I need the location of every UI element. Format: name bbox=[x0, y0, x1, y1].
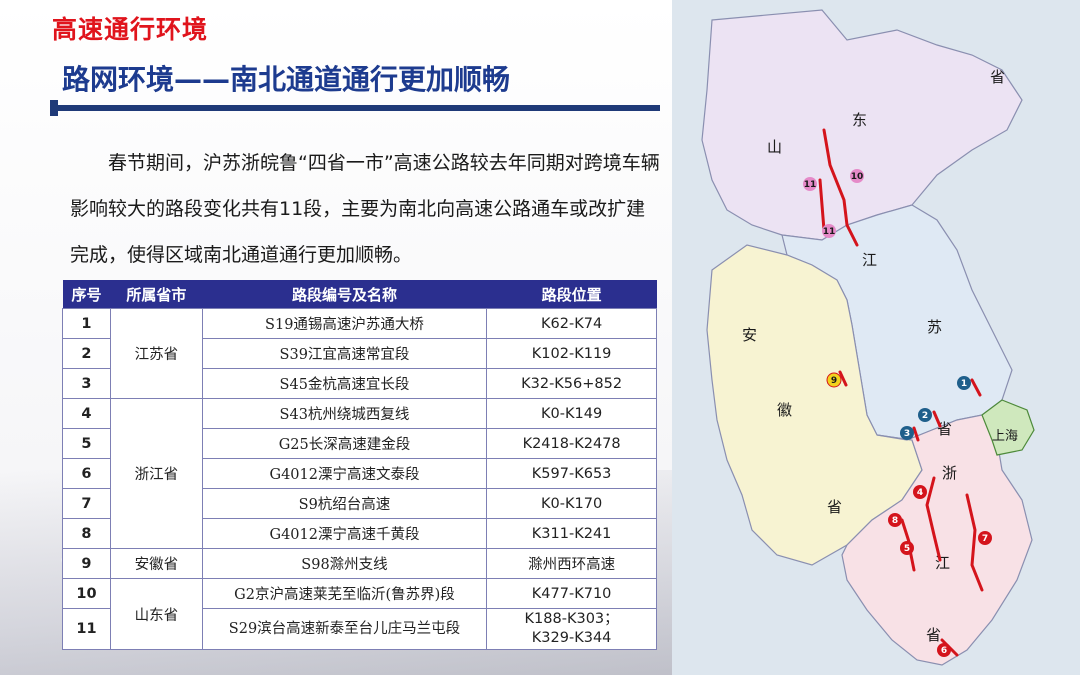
road-name: S45金杭高速宜长段 bbox=[201, 368, 488, 399]
svg-text:10: 10 bbox=[851, 172, 864, 182]
row-number: 9 bbox=[62, 548, 111, 579]
header-province: 所属省市 bbox=[110, 280, 203, 309]
road-name: S39江宜高速常宜段 bbox=[201, 338, 488, 369]
map-label-zhejiang-3: 省 bbox=[926, 626, 941, 644]
route-marker-11: 11 bbox=[803, 177, 817, 191]
route-marker-10: 10 bbox=[850, 169, 864, 183]
road-name: G25长深高速建金段 bbox=[201, 428, 488, 459]
row-number: 2 bbox=[62, 338, 111, 369]
road-sections-table: 序号 所属省市 路段编号及名称 路段位置 1 江苏省 S19通锡高速沪苏通大桥 … bbox=[62, 280, 657, 650]
road-position: K102-K119 bbox=[486, 338, 657, 369]
header-position: 路段位置 bbox=[486, 280, 657, 309]
svg-text:4: 4 bbox=[917, 488, 923, 498]
map-label-anhui-1: 安 bbox=[742, 326, 757, 344]
intro-paragraph: 春节期间，沪苏浙皖鲁“四省一市”高速公路较去年同期对跨境车辆影响较大的路段变化共… bbox=[70, 152, 660, 266]
road-name: G4012溧宁高速文泰段 bbox=[201, 458, 488, 489]
row-number: 4 bbox=[62, 398, 111, 429]
svg-text:1: 1 bbox=[961, 379, 967, 389]
region-map: 山 东 省 江 苏 省 安 徽 省 浙 江 省 上海 1 2 3 4 5 6 7… bbox=[672, 0, 1080, 675]
road-name: S29滨台高速新泰至台儿庄马兰屯段 bbox=[201, 608, 488, 650]
row-number: 7 bbox=[62, 488, 111, 519]
row-number: 1 bbox=[62, 308, 111, 339]
road-name: S9杭绍台高速 bbox=[201, 488, 488, 519]
table-header-row: 序号 所属省市 路段编号及名称 路段位置 bbox=[62, 280, 657, 309]
map-label-shandong-2: 东 bbox=[852, 111, 867, 129]
route-marker-3: 3 bbox=[900, 426, 914, 440]
row-number: 10 bbox=[62, 578, 111, 609]
row-number: 3 bbox=[62, 368, 111, 399]
road-position: K311-K241 bbox=[486, 518, 657, 549]
road-position: K62-K74 bbox=[486, 308, 657, 339]
road-position-line-2: K329-K344 bbox=[531, 630, 612, 646]
road-position: 滁州西环高速 bbox=[486, 548, 657, 579]
route-marker-7: 7 bbox=[978, 531, 992, 545]
region-map-svg: 山 东 省 江 苏 省 安 徽 省 浙 江 省 上海 1 2 3 4 5 6 7… bbox=[672, 0, 1080, 675]
road-name: G4012溧宁高速千黄段 bbox=[201, 518, 488, 549]
route-marker-11-second: 11 bbox=[822, 224, 836, 238]
road-name: S43杭州绕城西复线 bbox=[201, 398, 488, 429]
province-cell: 安徽省 bbox=[109, 548, 203, 579]
road-name: G2京沪高速莱芜至临沂(鲁苏界)段 bbox=[201, 578, 488, 609]
road-position: K0-K170 bbox=[486, 488, 657, 519]
map-label-shanghai: 上海 bbox=[992, 429, 1018, 444]
route-marker-5: 5 bbox=[900, 541, 914, 555]
road-position-line-1: K188-K303； bbox=[524, 611, 619, 627]
road-name: S19通锡高速沪苏通大桥 bbox=[201, 308, 488, 339]
map-label-shandong-1: 山 bbox=[767, 138, 782, 156]
map-label-shandong-3: 省 bbox=[990, 68, 1005, 86]
table-row: 10 山东省 G2京沪高速莱芜至临沂(鲁苏界)段 K477-K710 bbox=[62, 578, 657, 650]
header-number: 序号 bbox=[62, 280, 111, 309]
title-underline bbox=[50, 105, 660, 111]
map-label-zhejiang-2: 江 bbox=[935, 554, 950, 572]
road-position: K188-K303； K329-K344 bbox=[486, 608, 657, 650]
svg-text:11: 11 bbox=[823, 227, 836, 237]
map-label-jiangsu-2: 苏 bbox=[927, 318, 942, 336]
svg-text:2: 2 bbox=[922, 411, 928, 421]
road-position: K32-K56+852 bbox=[486, 368, 657, 399]
route-marker-2: 2 bbox=[918, 408, 932, 422]
svg-text:8: 8 bbox=[892, 516, 898, 526]
province-cell: 江苏省 bbox=[109, 308, 203, 399]
row-number: 8 bbox=[62, 518, 111, 549]
svg-text:9: 9 bbox=[831, 376, 837, 386]
map-label-anhui-3: 省 bbox=[827, 498, 842, 516]
road-position: K597-K653 bbox=[486, 458, 657, 489]
map-label-jiangsu-1: 江 bbox=[862, 251, 877, 269]
route-marker-4: 4 bbox=[913, 485, 927, 499]
route-marker-9: 9 bbox=[826, 372, 842, 388]
province-cell: 浙江省 bbox=[109, 398, 203, 549]
row-number: 6 bbox=[62, 458, 111, 489]
route-marker-8: 8 bbox=[888, 513, 902, 527]
table-row: 1 江苏省 S19通锡高速沪苏通大桥 K62-K74 bbox=[62, 308, 657, 399]
svg-text:6: 6 bbox=[941, 646, 947, 656]
province-cell: 山东省 bbox=[109, 578, 203, 650]
road-position: K0-K149 bbox=[486, 398, 657, 429]
road-position: K477-K710 bbox=[486, 578, 657, 609]
svg-text:7: 7 bbox=[982, 534, 988, 544]
map-label-zhejiang-1: 浙 bbox=[942, 464, 957, 482]
page-title: 路网环境——南北通道通行更加顺畅 bbox=[62, 63, 511, 96]
section-title: 高速通行环境 bbox=[52, 15, 209, 44]
road-name: S98滁州支线 bbox=[201, 548, 488, 579]
map-label-anhui-2: 徽 bbox=[777, 401, 792, 419]
route-marker-1: 1 bbox=[957, 376, 971, 390]
svg-text:3: 3 bbox=[904, 429, 910, 439]
row-number: 5 bbox=[62, 428, 111, 459]
table-row: 9 安徽省 S98滁州支线 滁州西环高速 bbox=[62, 548, 657, 579]
route-marker-6: 6 bbox=[937, 643, 951, 657]
svg-text:5: 5 bbox=[904, 544, 910, 554]
road-position: K2418-K2478 bbox=[486, 428, 657, 459]
svg-text:11: 11 bbox=[804, 180, 817, 190]
table-row: 4 浙江省 S43杭州绕城西复线 K0-K149 bbox=[62, 398, 657, 549]
row-number: 11 bbox=[62, 608, 111, 650]
header-road-name: 路段编号及名称 bbox=[202, 280, 487, 309]
